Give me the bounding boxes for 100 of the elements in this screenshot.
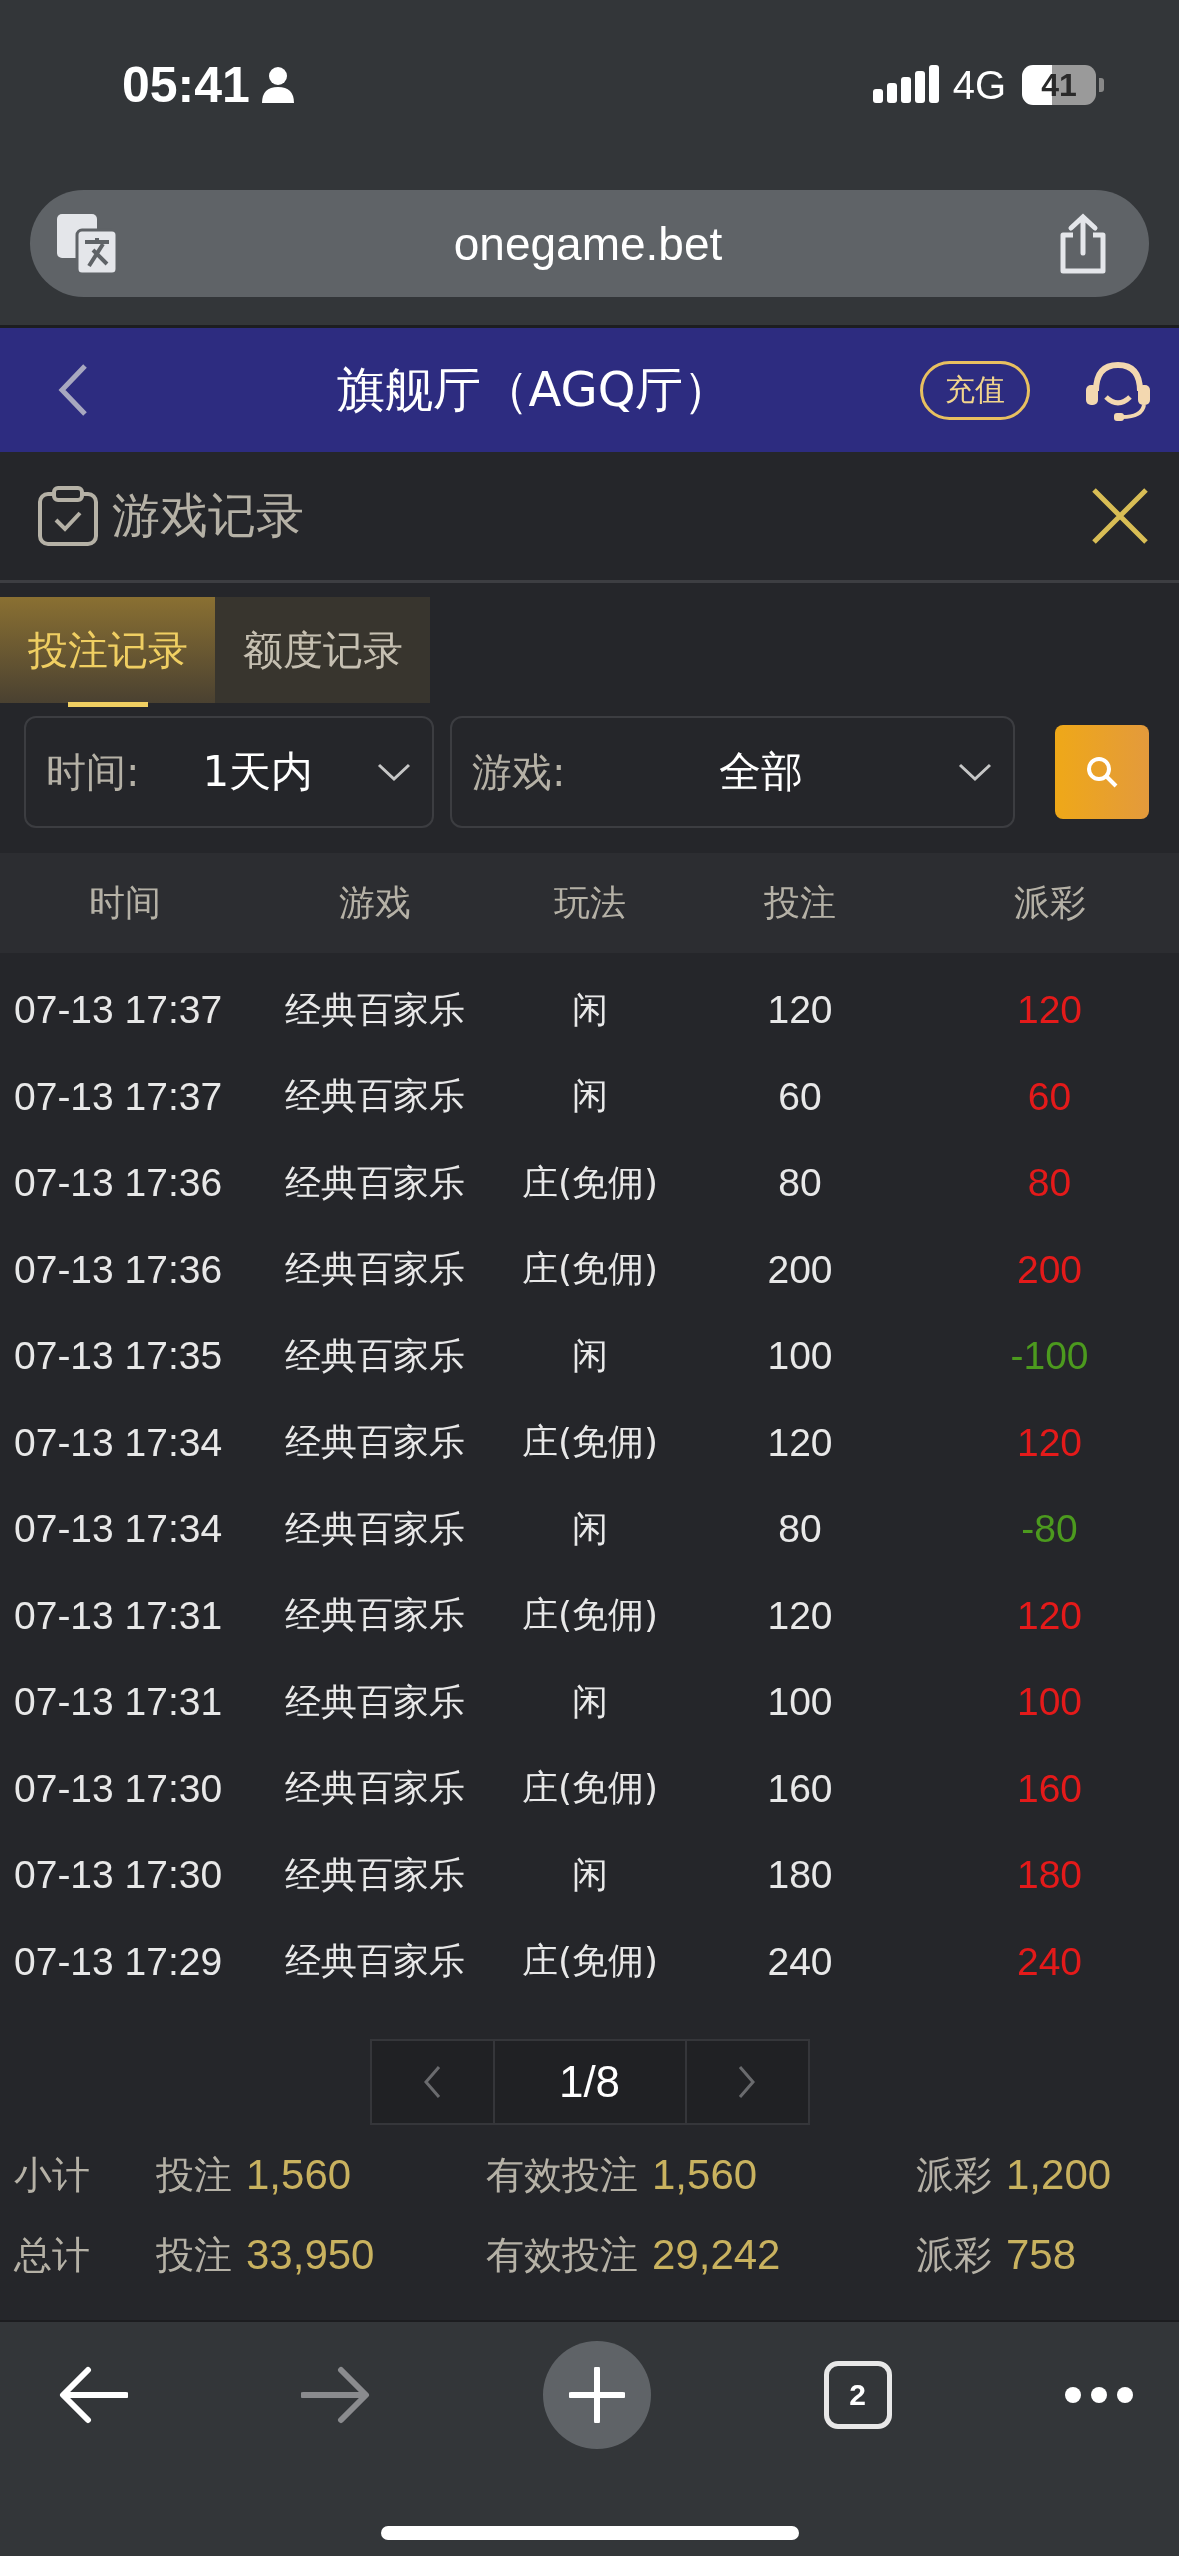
table-cell-text: 庄(免佣) (520, 1939, 660, 1984)
summary-label: 投注 (156, 2231, 232, 2279)
table-cell-text: 经典百家乐 (284, 1766, 466, 1811)
summary-label: 派彩 (916, 2151, 992, 2199)
summary-label: 派彩 (916, 2231, 992, 2279)
table-cell-text: 闲 (571, 1333, 609, 1378)
table-cell-text: 120 (1015, 1420, 1084, 1465)
table-cell-text: 经典百家乐 (284, 1939, 466, 1984)
table-cell-text: 经典百家乐 (284, 1506, 466, 1551)
table-cell-text: 经典百家乐 (284, 1852, 466, 1897)
chevron-left-icon (423, 2065, 441, 2099)
table-cell-text: 240 (766, 1939, 834, 1984)
table-cell-text: 180 (766, 1853, 834, 1898)
table-cell-text: 120 (766, 988, 834, 1033)
translate-icon[interactable] (55, 211, 119, 276)
clipboard-check-icon (36, 484, 100, 548)
summary-value: 33,950 (246, 2231, 375, 2279)
url-text: onegame.bet (452, 216, 724, 271)
table-cell-text: 经典百家乐 (284, 1333, 466, 1378)
table-cell-text: 07-13 17:36 (13, 1161, 224, 1206)
table-cell-text: 07-13 17:34 (13, 1420, 224, 1465)
table-cell-text: 经典百家乐 (284, 1593, 466, 1638)
back-icon[interactable] (58, 363, 88, 417)
table-cell-text: 100 (766, 1680, 834, 1725)
table-cell-text: 庄(免佣) (520, 1593, 660, 1638)
table-cell-text: 经典百家乐 (284, 1247, 466, 1292)
table-cell-text: 庄(免佣) (520, 1160, 660, 1205)
search-icon (1084, 754, 1120, 790)
table-cell-text: 200 (766, 1247, 834, 1292)
table-cell-text: 07-13 17:31 (13, 1593, 224, 1638)
summary-value: 1,560 (652, 2151, 758, 2199)
table-cell-text: 07-13 17:30 (13, 1853, 224, 1898)
table-cell-text: 60 (777, 1074, 823, 1119)
table-cell-text: 200 (1015, 1247, 1084, 1292)
table-cell-text: 120 (1015, 988, 1084, 1033)
table-cell-text: 经典百家乐 (284, 1420, 466, 1465)
column-header: 时间 (88, 880, 162, 925)
column-header: 玩法 (553, 880, 627, 925)
table-cell-text: 120 (766, 1420, 834, 1465)
person-icon (259, 65, 296, 105)
status-time: 05:41 (122, 56, 250, 114)
table-cell-text: 庄(免佣) (520, 1247, 660, 1292)
close-icon[interactable] (1091, 487, 1149, 545)
page-indicator: 1/8 (494, 2039, 685, 2125)
summary-value: 29,242 (652, 2231, 781, 2279)
summary-label: 有效投注 (486, 2231, 638, 2279)
table-cell-text: 07-13 17:37 (13, 1074, 224, 1119)
table-cell-text: 80 (777, 1161, 823, 1206)
summary-label: 小计 (14, 2151, 91, 2199)
column-header: 派彩 (1012, 880, 1087, 925)
page-title: 旗舰厅（AGQ厅） (335, 360, 733, 419)
table-cell-text: 闲 (571, 987, 609, 1032)
summary-value: 758 (1006, 2231, 1077, 2279)
table-cell-text: -80 (1020, 1507, 1079, 1552)
summary-label: 投注 (156, 2151, 232, 2199)
table-cell-text: 经典百家乐 (284, 1160, 466, 1205)
table-cell-text: 闲 (571, 1074, 609, 1119)
table-cell-text: 07-13 17:29 (13, 1939, 224, 1984)
table-cell-text: -100 (1009, 1334, 1090, 1379)
address-bar[interactable]: onegame.bet (30, 190, 1149, 297)
filter-dropdown[interactable]: 游戏: 全部 (450, 716, 1015, 828)
tabs-button[interactable]: 2 (823, 2361, 892, 2429)
chevron-down-icon (957, 761, 993, 783)
table-cell-text: 160 (1015, 1766, 1084, 1811)
table-cell-text: 07-13 17:30 (13, 1766, 224, 1811)
column-header: 投注 (763, 880, 837, 925)
table-cell-text: 180 (1015, 1853, 1084, 1898)
summary-value: 1,200 (1006, 2151, 1112, 2199)
table-cell-text: 闲 (571, 1506, 609, 1551)
more-icon[interactable] (1064, 2385, 1134, 2405)
table-cell-text: 经典百家乐 (284, 1679, 466, 1724)
table-cell-text: 80 (1026, 1161, 1073, 1206)
table-cell-text: 120 (1015, 1593, 1084, 1638)
plus-icon (569, 2367, 625, 2423)
back-arrow-icon[interactable] (58, 2366, 128, 2424)
table-cell-text: 07-13 17:35 (13, 1334, 224, 1379)
table-cell-text: 80 (777, 1507, 823, 1552)
column-header: 游戏 (338, 880, 412, 925)
table-cell-text: 经典百家乐 (284, 987, 466, 1032)
summary-label: 总计 (14, 2231, 91, 2279)
table-cell-text: 60 (1026, 1074, 1073, 1119)
table-cell-text: 经典百家乐 (284, 1074, 466, 1119)
table-cell-text: 160 (766, 1766, 834, 1811)
summary-label: 有效投注 (486, 2151, 638, 2199)
table-cell-text: 100 (766, 1334, 834, 1379)
forward-arrow-icon[interactable] (300, 2366, 371, 2424)
table-cell-text: 庄(免佣) (520, 1420, 660, 1465)
panel-title: 游戏记录 (112, 486, 305, 545)
network-label: 4G (952, 62, 1006, 108)
table-cell-text: 闲 (571, 1852, 609, 1897)
signal-icon (872, 65, 939, 105)
table-cell-text: 100 (1015, 1680, 1084, 1725)
table-cell-text: 庄(免佣) (520, 1766, 660, 1811)
table-cell-text: 240 (1015, 1939, 1084, 1984)
recharge-button[interactable]: 充值 (920, 360, 1030, 420)
table-cell-text: 07-13 17:34 (13, 1507, 224, 1552)
table-cell-text: 闲 (571, 1679, 609, 1724)
filter-dropdown[interactable]: 时间: 1天内 (24, 716, 434, 828)
chevron-down-icon (376, 761, 412, 783)
record-tab[interactable]: 额度记录 (215, 597, 430, 703)
